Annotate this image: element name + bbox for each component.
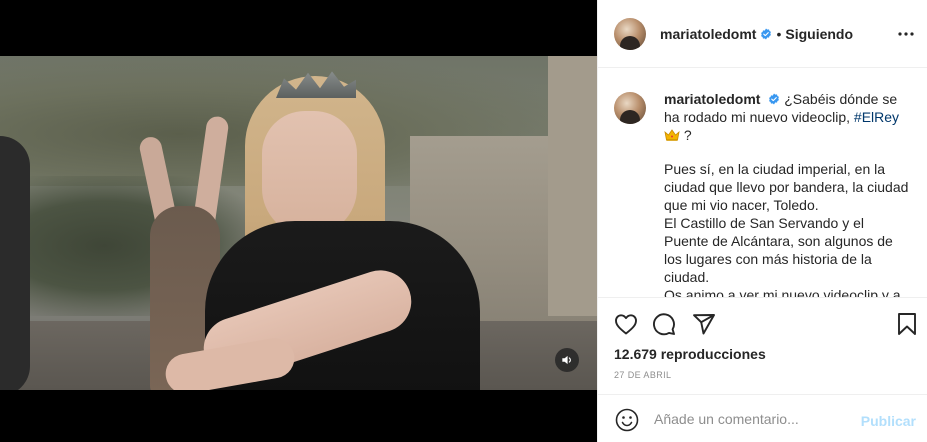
view-count[interactable]: 12.679 reproducciones xyxy=(614,346,766,362)
comments-section[interactable]: mariatoledomt ¿Sabéis dónde se ha rodado… xyxy=(598,68,927,297)
video-frame[interactable] xyxy=(0,56,597,390)
caption-text: mariatoledomt ¿Sabéis dónde se ha rodado… xyxy=(664,90,909,297)
verified-badge-icon xyxy=(761,28,772,39)
comment-icon[interactable] xyxy=(650,310,678,338)
add-comment-bar: Publicar xyxy=(598,394,927,442)
hashtag-link[interactable]: #ElRey xyxy=(854,109,899,125)
caption: mariatoledomt ¿Sabéis dónde se ha rodado… xyxy=(614,90,912,297)
video-player-area[interactable] xyxy=(0,0,597,442)
crown-emoji-icon xyxy=(664,129,680,141)
share-icon[interactable] xyxy=(690,310,718,338)
avatar[interactable] xyxy=(614,92,646,124)
caption-paragraph: Pues sí, en la ciudad imperial, en la ci… xyxy=(664,160,909,297)
speaker-icon[interactable] xyxy=(555,348,579,372)
header-separator: • xyxy=(776,25,782,42)
caption-username[interactable]: mariatoledomt xyxy=(664,91,760,107)
header-username[interactable]: mariatoledomt xyxy=(660,26,756,42)
avatar[interactable] xyxy=(614,17,646,50)
heart-icon[interactable] xyxy=(612,310,640,338)
post-side-panel: mariatoledomt • Siguiendo mariatoledomt xyxy=(597,0,927,442)
more-options-icon[interactable] xyxy=(894,22,918,46)
video-scene-face xyxy=(262,111,357,236)
post-header: mariatoledomt • Siguiendo xyxy=(598,0,927,68)
video-scene-tower xyxy=(548,56,597,316)
verified-badge-icon xyxy=(769,93,780,105)
emoji-icon[interactable] xyxy=(614,407,640,433)
caption-paragraph-line: El Castillo de San Servando y el Puente … xyxy=(664,215,893,285)
caption-paragraph-line: Pues sí, en la ciudad imperial, en la ci… xyxy=(664,161,909,213)
action-bar xyxy=(598,297,927,349)
caption-question-mark: ? xyxy=(683,127,692,143)
following-button[interactable]: Siguiendo xyxy=(785,26,853,42)
caption-paragraph-line: Os animo a ver mi nuevo videoclip y a xyxy=(664,287,901,297)
video-scene-person-left xyxy=(0,136,30,390)
post-date[interactable]: 27 DE ABRIL xyxy=(614,370,671,380)
comment-input[interactable] xyxy=(654,409,854,429)
publish-button[interactable]: Publicar xyxy=(861,413,916,429)
bookmark-icon[interactable] xyxy=(893,310,921,338)
